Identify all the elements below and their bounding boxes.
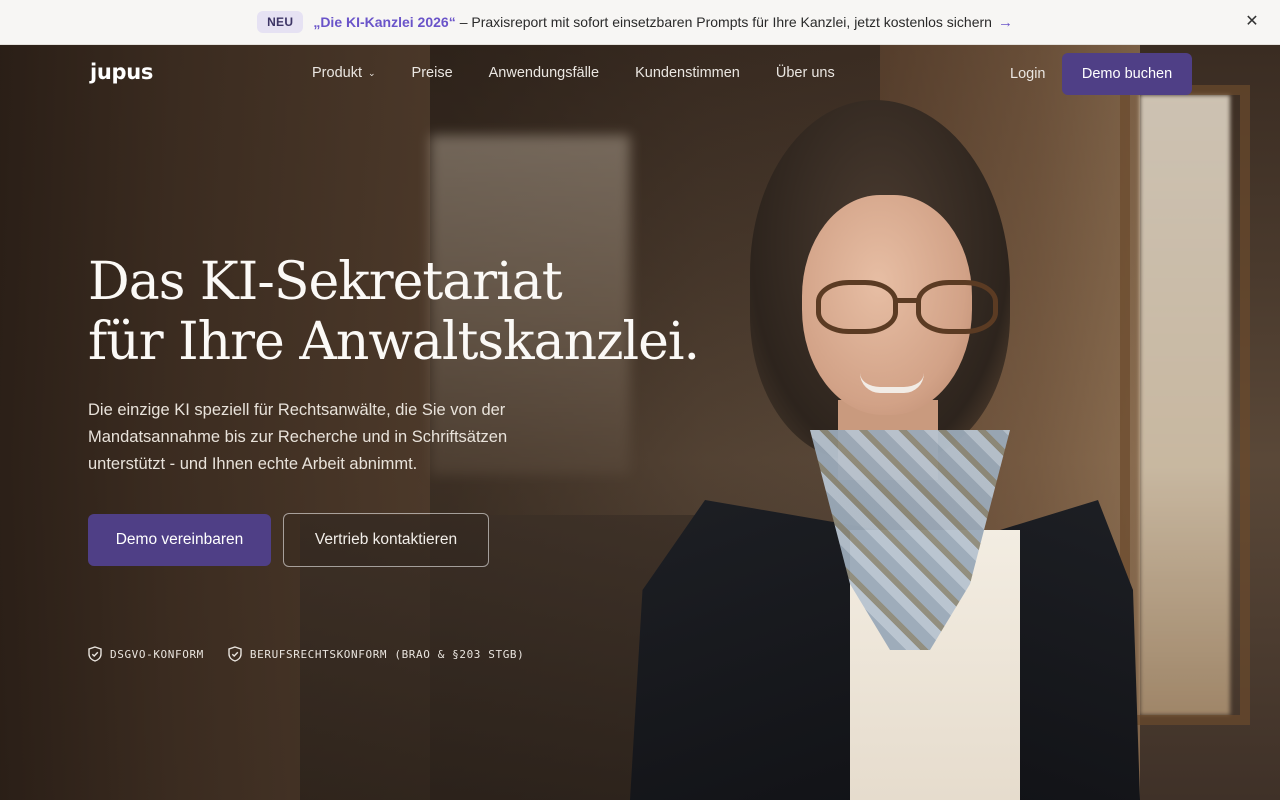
hero-headline-line-2: für Ihre Anwaltskanzlei. [88,312,700,372]
nav-item-ueber-uns[interactable]: Über uns [776,65,835,81]
hero-headline-line-1: Das KI-Sekretariat [88,252,563,312]
nav-item-label: Über uns [775,65,835,81]
nav-item-anwendungsfaelle[interactable]: Anwendungsfälle [489,65,599,81]
nav-item-label: Preise [411,65,453,81]
trust-badge-berufsrecht: BERUFSRECHTSKONFORM (BRAO & §203 STGB) [228,646,524,662]
person-smile [860,373,924,393]
announcement-content[interactable]: NEU „Die KI-Kanzlei 2026“ – Praxisreport… [257,11,1013,33]
announcement-highlight[interactable]: „Die KI-Kanzlei 2026“ [313,14,455,30]
trust-badge-label: DSGVO-KONFORM [110,647,204,661]
announcement-banner: NEU „Die KI-Kanzlei 2026“ – Praxisreport… [0,0,1280,45]
announcement-text[interactable]: „Die KI-Kanzlei 2026“ – Praxisreport mit… [313,14,1013,31]
contact-sales-button[interactable]: Vertrieb kontaktieren [283,513,489,567]
close-icon[interactable]: ✕ [1242,12,1262,32]
nav-item-label: Kundenstimmen [635,65,740,81]
login-link[interactable]: Login [1010,66,1045,82]
glasses-lens-left [816,280,898,334]
hero-subtext: Die einzige KI speziell für Rechtsanwält… [88,401,508,473]
shield-check-icon [228,646,242,662]
hero-person-photo [620,100,1140,800]
main-navigation: jupus Produkt ⌄ Preise Anwendungsfälle K… [0,45,1280,103]
nav-item-produkt[interactable]: Produkt ⌄ [312,65,376,81]
new-badge: NEU [257,11,304,33]
glasses-bridge [896,298,918,303]
trust-badges: DSGVO-KONFORM BERUFSRECHTSKONFORM (BRAO … [88,646,524,662]
arrow-right-icon[interactable]: → [998,14,1013,31]
schedule-demo-button[interactable]: Demo vereinbaren [88,514,271,566]
person-jacket-right [1000,500,1140,800]
logo[interactable]: jupus [90,60,153,84]
trust-badge-dsgvo: DSGVO-KONFORM [88,646,204,662]
chevron-down-icon: ⌄ [367,67,376,78]
hero-headline: Das KI-Sekretariat für Ihre Anwaltskanzl… [88,252,708,372]
glasses-lens-right [916,280,998,334]
nav-item-label: Produkt [312,65,362,81]
book-demo-button[interactable]: Demo buchen [1062,53,1192,95]
person-glasses [816,280,998,336]
nav-item-preise[interactable]: Preise [412,65,453,81]
nav-item-kundenstimmen[interactable]: Kundenstimmen [635,65,740,81]
nav-item-label: Anwendungsfälle [488,65,600,81]
trust-badge-label: BERUFSRECHTSKONFORM (BRAO & §203 STGB) [249,647,525,661]
nav-links: Produkt ⌄ Preise Anwendungsfälle Kundens… [312,65,835,81]
shield-check-icon [88,646,102,662]
announcement-description[interactable]: – Praxisreport mit sofort einsetzbaren P… [460,14,992,30]
